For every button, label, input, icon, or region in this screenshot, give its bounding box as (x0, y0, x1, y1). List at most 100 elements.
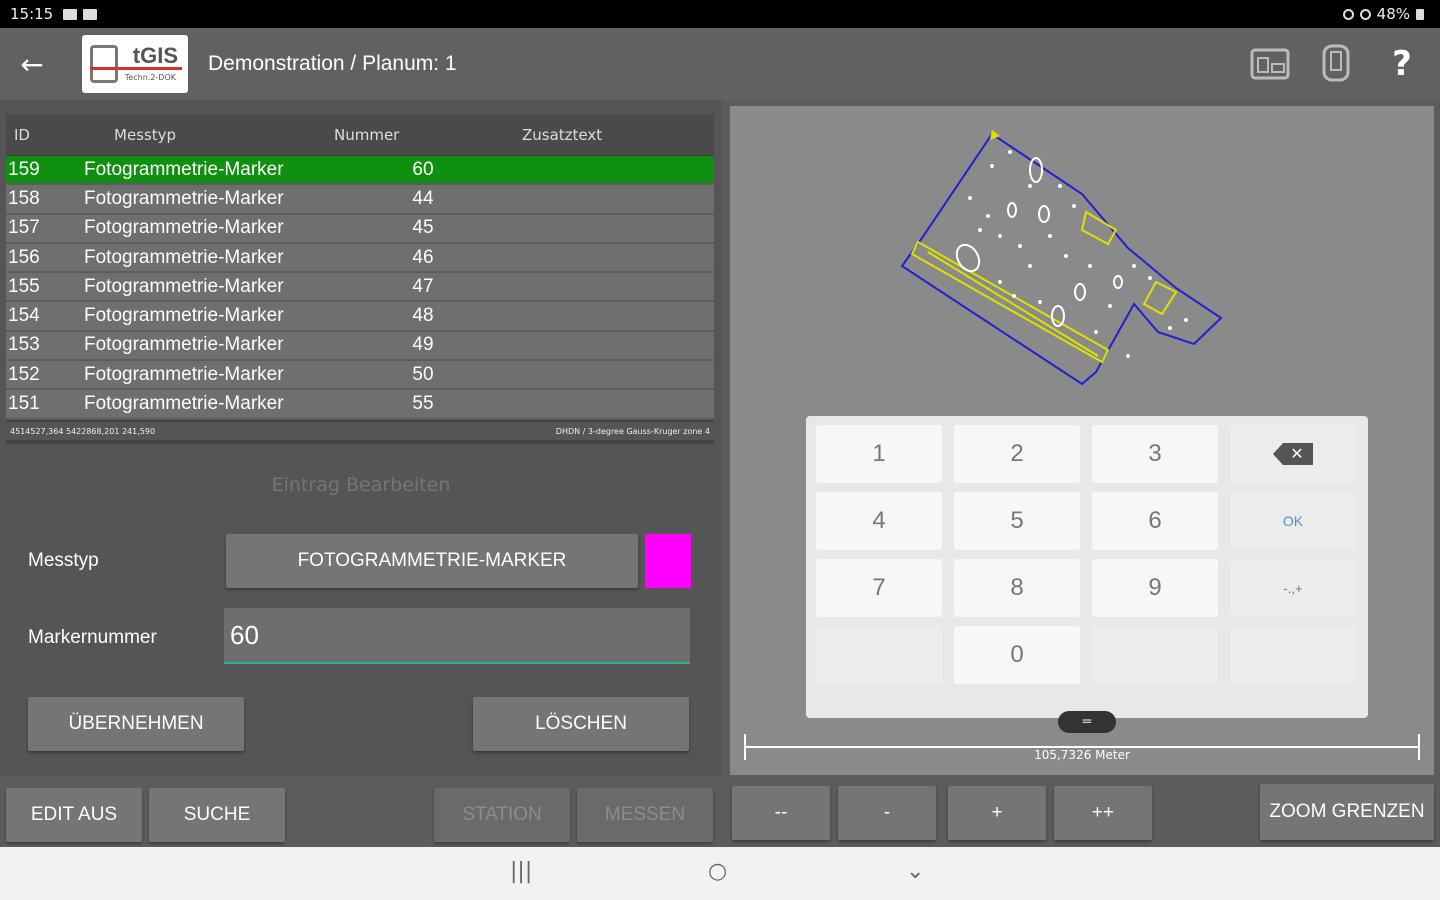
key-7[interactable]: 7 (816, 559, 942, 617)
header-id[interactable]: ID (6, 126, 84, 144)
header-messtyp[interactable]: Messtyp (84, 126, 324, 144)
key-1[interactable]: 1 (816, 425, 942, 483)
system-nav-bar: ||| ○ ⌄ (0, 847, 1440, 900)
keypad-drag-handle-icon[interactable]: ═ (1058, 711, 1116, 733)
empty-key-mid (1092, 626, 1218, 684)
messtyp-select-button[interactable]: FOTOGRAMMETRIE-MARKER (226, 534, 638, 588)
table-row[interactable]: 158 Fotogrammetrie-Marker 44 (6, 185, 714, 215)
app-toolbar: ← tGIS Techn.2-DOK Demonstration / Planu… (0, 28, 1440, 100)
logo-text: tGIS (132, 43, 178, 68)
backspace-icon: ✕ (1273, 443, 1313, 465)
help-icon[interactable]: ? (1382, 44, 1422, 84)
alarm-icon (1359, 8, 1371, 20)
header-zusatztext[interactable]: Zusatztext (522, 126, 712, 144)
feature-strip-2 (927, 251, 1099, 357)
logo-subtitle: Techn.2-DOK (124, 73, 176, 82)
home-icon[interactable]: ○ (708, 859, 727, 884)
messtyp-color-swatch[interactable] (645, 534, 691, 588)
survey-points (968, 150, 1188, 358)
white-feature (1038, 205, 1050, 223)
table-header: ID Messtyp Nummer Zusatztext (6, 114, 714, 156)
edit-title: Eintrag Bearbeiten (271, 474, 451, 496)
white-feature (1007, 202, 1017, 218)
delete-button[interactable]: LÖSCHEN (473, 697, 689, 751)
markernummer-input[interactable]: 60 (224, 608, 690, 664)
zoom-out-more-button[interactable]: -- (732, 786, 830, 840)
row-nummer: 60 (412, 158, 434, 180)
chevron-down-icon[interactable]: ⌄ (906, 859, 924, 884)
edit-aus-button[interactable]: EDIT AUS (6, 788, 142, 842)
row-nummer: 49 (412, 334, 434, 356)
sign-decimal-key[interactable]: -.,+ (1230, 559, 1356, 617)
location-icon (1342, 8, 1354, 20)
row-id: 157 (8, 217, 40, 239)
battery-level: 48% (1376, 5, 1410, 23)
key-3[interactable]: 3 (1092, 425, 1218, 483)
table-row[interactable]: 155 Fotogrammetrie-Marker 47 (6, 273, 714, 303)
messen-button[interactable]: MESSEN (577, 788, 713, 842)
white-feature (1051, 305, 1065, 327)
zoom-out-button[interactable]: - (838, 786, 936, 840)
coords-values: 4514527,364 5422868,201 241,590 (10, 426, 156, 436)
table-row[interactable]: 151 Fotogrammetrie-Marker 55 (6, 390, 714, 420)
station-button[interactable]: STATION (434, 788, 570, 842)
white-feature (1029, 157, 1043, 183)
key-9[interactable]: 9 (1092, 559, 1218, 617)
white-feature (1113, 275, 1123, 289)
table-row[interactable]: 153 Fotogrammetrie-Marker 49 (6, 331, 714, 362)
table-row[interactable]: 157 Fotogrammetrie-Marker 45 (6, 214, 714, 244)
row-id: 154 (8, 305, 40, 327)
empty-key-left (816, 626, 942, 684)
row-id: 155 (8, 275, 40, 297)
coordinate-readout: 4514527,364 5422868,201 241,590 DHDN / 3… (6, 422, 714, 440)
zoom-in-button[interactable]: + (948, 786, 1046, 840)
row-messtyp: Fotogrammetrie-Marker (84, 363, 284, 385)
measurement-device-icon[interactable] (1250, 44, 1290, 84)
zoom-in-more-button[interactable]: ++ (1054, 786, 1152, 840)
table-row[interactable]: 154 Fotogrammetrie-Marker 48 (6, 302, 714, 332)
key-2[interactable]: 2 (954, 425, 1080, 483)
row-nummer: 46 (412, 246, 434, 268)
row-nummer: 55 (412, 393, 434, 415)
recent-apps-icon[interactable]: ||| (510, 859, 532, 884)
scale-label: 105,7326 Meter (1034, 748, 1130, 762)
white-feature (1074, 283, 1086, 301)
key-8[interactable]: 8 (954, 559, 1080, 617)
row-messtyp: Fotogrammetrie-Marker (84, 187, 284, 209)
table-row[interactable]: 152 Fotogrammetrie-Marker 50 (6, 361, 714, 391)
key-6[interactable]: 6 (1092, 492, 1218, 550)
logo-frame (90, 45, 118, 83)
back-arrow-icon[interactable]: ← (0, 28, 64, 100)
row-messtyp: Fotogrammetrie-Marker (84, 305, 284, 327)
row-nummer: 47 (412, 275, 434, 297)
logo-bar (90, 67, 182, 70)
key-4[interactable]: 4 (816, 492, 942, 550)
key-5[interactable]: 5 (954, 492, 1080, 550)
backspace-key[interactable]: ✕ (1230, 425, 1356, 483)
header-nummer[interactable]: Nummer (324, 126, 522, 144)
zoom-limits-button[interactable]: ZOOM GRENZEN (1260, 784, 1434, 840)
page-title: Demonstration / Planum: 1 (208, 52, 457, 75)
row-messtyp: Fotogrammetrie-Marker (84, 217, 284, 239)
row-messtyp: Fotogrammetrie-Marker (84, 334, 284, 356)
image-icon (63, 8, 78, 20)
row-nummer: 50 (412, 363, 434, 385)
row-messtyp: Fotogrammetrie-Marker (84, 275, 284, 297)
battery-icon (1416, 8, 1424, 20)
feature-pit-2 (1142, 280, 1178, 316)
row-id: 151 (8, 393, 40, 415)
table-row[interactable]: 159 Fotogrammetrie-Marker 60 (6, 156, 714, 186)
status-time: 15:15 (10, 5, 54, 23)
suche-button[interactable]: SUCHE (149, 788, 285, 842)
key-0[interactable]: 0 (954, 626, 1080, 684)
map-drawing (900, 130, 1223, 386)
ok-key[interactable]: OK (1230, 492, 1356, 550)
row-messtyp: Fotogrammetrie-Marker (84, 393, 284, 415)
row-messtyp: Fotogrammetrie-Marker (84, 158, 284, 180)
empty-key-right (1230, 626, 1356, 684)
gnss-receiver-icon[interactable] (1316, 44, 1356, 84)
table-row[interactable]: 156 Fotogrammetrie-Marker 46 (6, 243, 714, 274)
status-bar: 15:15 48% (0, 0, 1440, 28)
row-nummer: 48 (412, 305, 434, 327)
apply-button[interactable]: ÜBERNEHMEN (28, 697, 244, 751)
